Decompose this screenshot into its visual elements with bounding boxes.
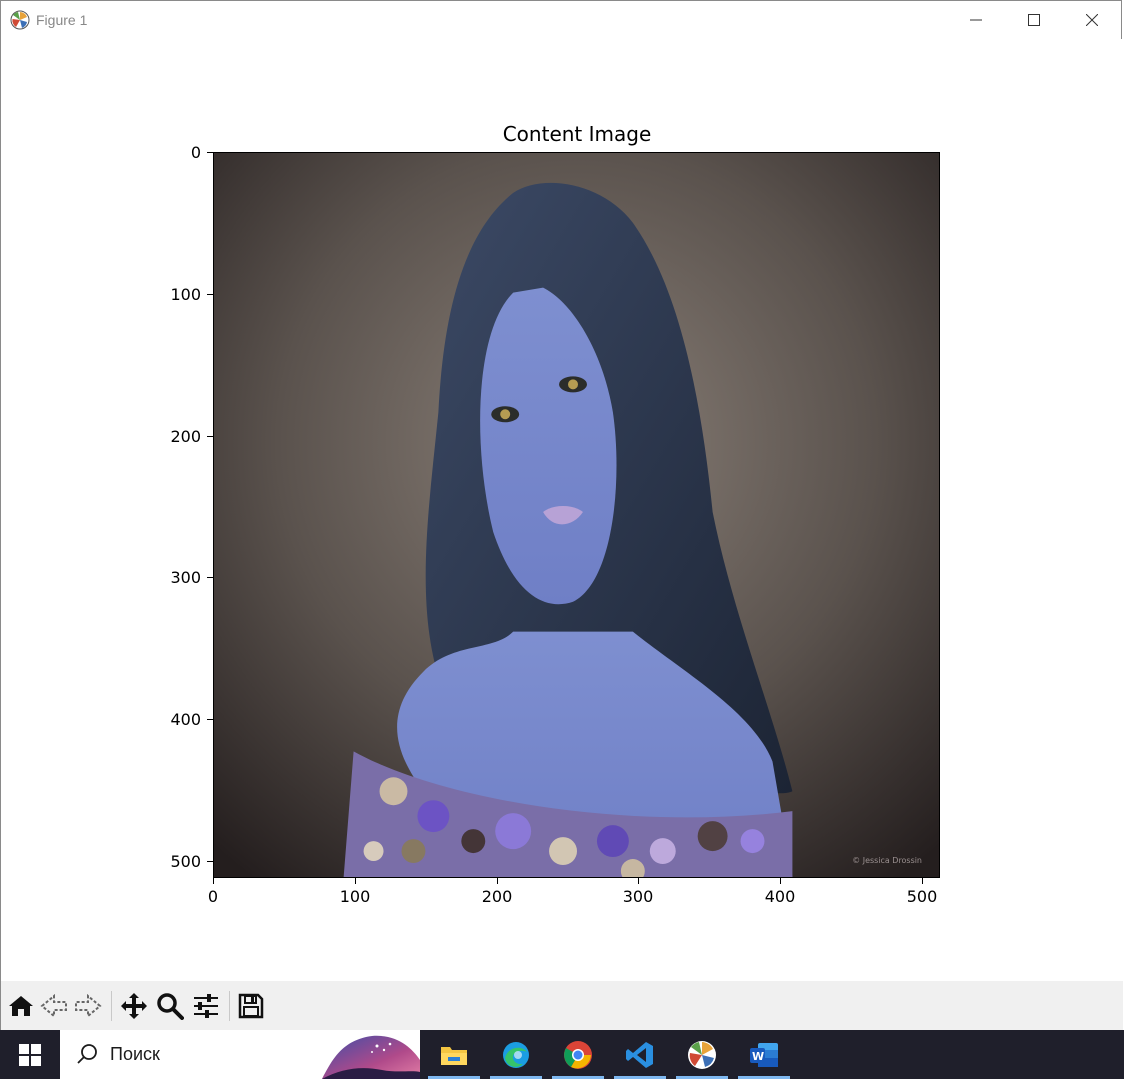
matplotlib-app-icon [10, 10, 30, 30]
search-highlight-art [322, 1035, 420, 1079]
vscode-icon [626, 1041, 653, 1068]
back-button[interactable] [39, 991, 69, 1021]
minimize-button[interactable] [947, 1, 1005, 39]
ytick-label: 300 [170, 568, 201, 587]
xtick-mark [638, 878, 639, 884]
toolbar-separator [229, 991, 230, 1021]
ytick-mark [207, 294, 213, 295]
maximize-icon [1028, 14, 1040, 26]
home-icon [9, 996, 33, 1016]
back-icon [40, 994, 67, 1018]
taskbar-file-explorer[interactable] [428, 1030, 480, 1079]
close-button[interactable] [1063, 1, 1121, 39]
ytick-mark [207, 861, 213, 862]
home-button[interactable] [6, 991, 36, 1021]
plot-title: Content Image [502, 122, 652, 146]
svg-text:W: W [752, 1050, 764, 1063]
window-title: Figure 1 [36, 12, 88, 28]
ytick-label: 0 [190, 143, 201, 162]
xtick-mark [355, 878, 356, 884]
windows-taskbar: Поиск W [0, 1030, 1124, 1079]
forward-button[interactable] [73, 991, 103, 1021]
xtick-mark [213, 878, 214, 884]
image-axes[interactable]: © Jessica Drossin [213, 152, 940, 878]
xtick-label: 500 [906, 887, 938, 906]
photo-watermark: © Jessica Drossin [852, 856, 922, 865]
edge-icon [503, 1041, 529, 1068]
maximize-button[interactable] [1005, 1, 1063, 39]
title-bar[interactable]: Figure 1 [1, 1, 1121, 39]
pan-button[interactable] [119, 991, 149, 1021]
search-icon [77, 1044, 97, 1064]
minimize-icon [970, 19, 982, 21]
toolbar-separator [111, 991, 112, 1021]
ytick-mark [207, 577, 213, 578]
ytick-mark [207, 719, 213, 720]
navigation-toolbar [1, 981, 1123, 1031]
taskbar-edge[interactable] [490, 1030, 542, 1079]
taskbar-chrome[interactable] [552, 1030, 604, 1079]
taskbar-word[interactable]: W [738, 1030, 790, 1079]
file-explorer-icon [441, 1046, 467, 1065]
ytick-label: 200 [170, 427, 201, 446]
start-button[interactable] [0, 1030, 60, 1079]
save-icon [238, 993, 264, 1019]
windows-logo-icon [19, 1043, 41, 1066]
close-icon [1086, 14, 1098, 26]
xtick-mark [497, 878, 498, 884]
xtick-label: 0 [207, 887, 219, 906]
ytick-label: 500 [170, 852, 201, 871]
taskbar-vscode[interactable] [614, 1030, 666, 1079]
figure-canvas[interactable]: Content Image © Jessica Drossin 0 100 20… [1, 39, 1123, 981]
zoom-icon [157, 993, 184, 1020]
forward-icon [75, 994, 102, 1018]
python-icon [688, 1040, 716, 1069]
ytick-mark [207, 152, 213, 153]
taskbar-python-figure[interactable] [676, 1030, 728, 1079]
portrait-photo: © Jessica Drossin [214, 153, 939, 877]
xtick-mark [922, 878, 923, 884]
xtick-label: 400 [764, 887, 796, 906]
chrome-icon [564, 1040, 592, 1069]
search-placeholder: Поиск [110, 1044, 160, 1064]
ytick-mark [207, 436, 213, 437]
pan-icon [121, 993, 147, 1019]
xtick-label: 300 [622, 887, 654, 906]
figure-window: Figure 1 Content Image © Jessica Drossin… [0, 0, 1123, 1031]
xtick-label: 100 [339, 887, 371, 906]
taskbar-search-box[interactable]: Поиск [60, 1030, 420, 1079]
zoom-button[interactable] [155, 991, 185, 1021]
word-icon: W [750, 1042, 778, 1067]
configure-subplots-button[interactable] [191, 991, 221, 1021]
xtick-label: 200 [481, 887, 513, 906]
save-button[interactable] [236, 991, 266, 1021]
xtick-mark [780, 878, 781, 884]
configure-icon [194, 994, 218, 1018]
ytick-label: 400 [170, 710, 201, 729]
ytick-label: 100 [170, 285, 201, 304]
